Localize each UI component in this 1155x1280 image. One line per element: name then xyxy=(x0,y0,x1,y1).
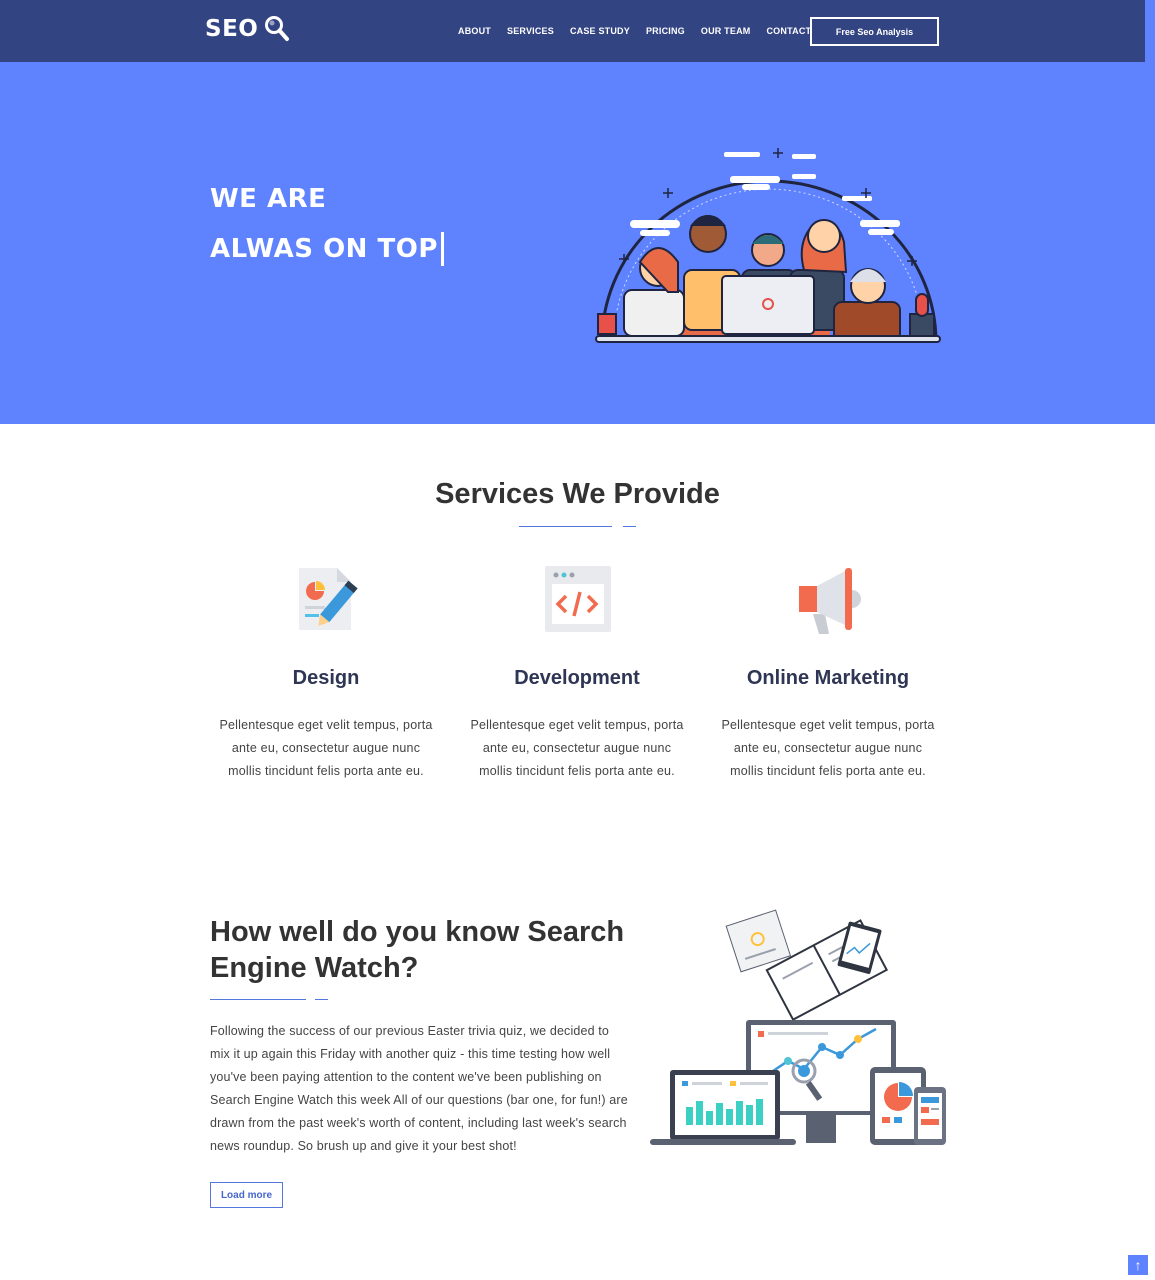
team-illustration xyxy=(595,148,941,343)
analytics-devices-illustration xyxy=(650,909,946,1145)
service-title-design: Design xyxy=(292,667,360,689)
code-window-icon xyxy=(545,566,611,632)
hero-line-2-text: ALWAS ON TOP xyxy=(210,234,438,264)
scroll-to-top-button[interactable]: ↑ xyxy=(1128,1255,1148,1275)
hero-section: WE ARE ALWAS ON TOP xyxy=(0,62,1155,424)
article-divider-long xyxy=(210,999,306,1000)
service-title-development: Development xyxy=(514,667,640,689)
nav-pricing[interactable]: PRICING xyxy=(646,26,685,36)
service-text-marketing: Pellentesque eget velit tempus, porta an… xyxy=(721,718,935,778)
design-document-pencil-icon xyxy=(299,568,358,630)
service-text-development: Pellentesque eget velit tempus, porta an… xyxy=(470,718,684,778)
arrow-up-icon: ↑ xyxy=(1134,1257,1142,1273)
hero-line-2: ALWAS ON TOP xyxy=(210,232,444,266)
magnifier-icon xyxy=(265,16,290,41)
nav-services[interactable]: SERVICES xyxy=(507,26,554,36)
nav-our-team[interactable]: OUR TEAM xyxy=(701,26,751,36)
services-divider-long xyxy=(519,526,612,527)
hero-line-1: WE ARE xyxy=(210,184,327,214)
site-logo[interactable]: SEO xyxy=(205,15,290,43)
load-more-button[interactable]: Load more xyxy=(210,1182,283,1208)
service-text-design: Pellentesque eget velit tempus, porta an… xyxy=(219,718,433,778)
main-nav: ABOUT SERVICES CASE STUDY PRICING OUR TE… xyxy=(458,26,827,36)
service-title-marketing: Online Marketing xyxy=(746,667,910,689)
service-development: Development Pellentesque eget velit temp… xyxy=(467,560,687,783)
nav-case-study[interactable]: CASE STUDY xyxy=(570,26,630,36)
article-text: Following the success of our previous Ea… xyxy=(210,1024,628,1153)
services-divider-short xyxy=(623,526,636,527)
nav-contact[interactable]: CONTACT xyxy=(766,26,811,36)
article-title: How well do you know Search Engine Watch… xyxy=(210,916,625,984)
service-marketing: Online Marketing Pellentesque eget velit… xyxy=(718,560,938,783)
top-navbar: SEO ABOUT SERVICES CASE STUDY PRICING OU… xyxy=(0,0,1145,62)
megaphone-icon xyxy=(799,568,861,634)
services-title: Services We Provide xyxy=(435,478,720,510)
logo-text: SEO xyxy=(205,16,259,42)
typing-caret xyxy=(440,232,444,266)
service-design: Design Pellentesque eget velit tempus, p… xyxy=(216,560,436,783)
nav-about[interactable]: ABOUT xyxy=(458,26,491,36)
article-divider-short xyxy=(315,999,328,1000)
free-seo-analysis-button[interactable]: Free Seo Analysis xyxy=(810,17,939,46)
